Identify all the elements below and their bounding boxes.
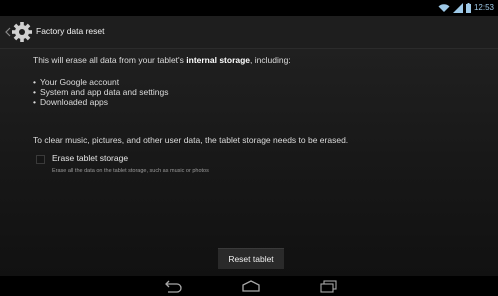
home-icon[interactable]	[240, 279, 262, 293]
erase-storage-title[interactable]: Erase tablet storage	[52, 153, 128, 163]
data-list: Your Google account System and app data …	[33, 77, 169, 107]
battery-icon	[465, 3, 471, 13]
content-area: This will erase all data from your table…	[0, 49, 498, 276]
list-item: System and app data and settings	[33, 87, 169, 97]
gear-icon[interactable]	[11, 21, 33, 43]
recent-apps-icon[interactable]	[318, 279, 340, 293]
page-title: Factory data reset	[36, 26, 105, 36]
back-icon[interactable]	[162, 279, 184, 293]
action-bar: Factory data reset	[0, 16, 498, 49]
storage-note: To clear music, pictures, and other user…	[33, 135, 349, 145]
wifi-icon	[438, 4, 450, 12]
list-item: Your Google account	[33, 77, 169, 87]
intro-suffix: , including:	[250, 55, 291, 65]
status-icons: 12:53	[438, 2, 494, 14]
intro-bold: internal storage	[186, 55, 251, 65]
navigation-bar	[0, 276, 498, 296]
erase-storage-description: Erase all the data on the tablet storage…	[52, 168, 209, 174]
signal-icon	[452, 3, 463, 13]
status-bar: 12:53	[0, 0, 498, 16]
intro-text: This will erase all data from your table…	[33, 55, 291, 65]
status-time: 12:53	[473, 3, 494, 12]
erase-storage-checkbox[interactable]	[36, 155, 45, 164]
list-item: Downloaded apps	[33, 97, 169, 107]
intro-prefix: This will erase all data from your table…	[33, 55, 187, 65]
reset-tablet-button[interactable]: Reset tablet	[218, 248, 284, 269]
